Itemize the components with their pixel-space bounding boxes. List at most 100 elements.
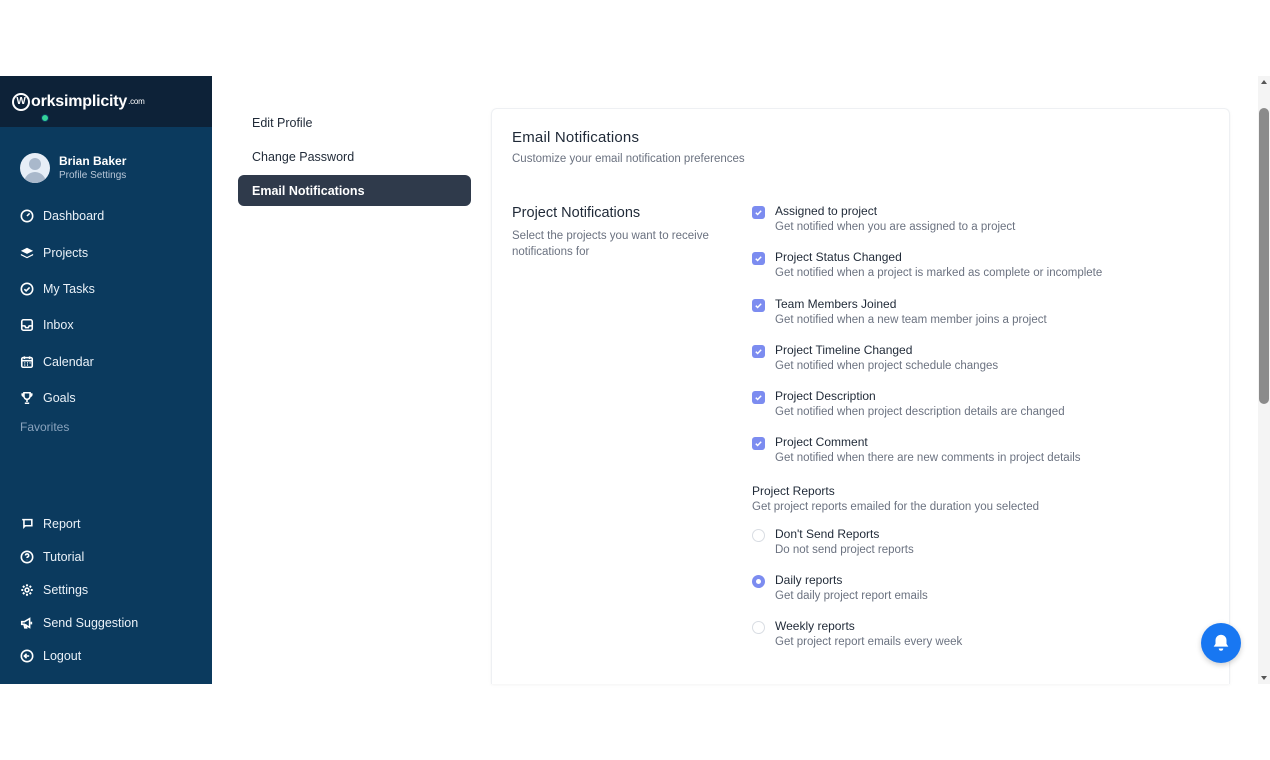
nav-item-label: Send Suggestion (43, 616, 139, 631)
nav-item-label: Report (43, 516, 81, 531)
option-title: Assigned to project (775, 204, 878, 218)
radio-weekly-reports[interactable] (752, 621, 765, 635)
option-description: Do not send project reports (775, 543, 914, 556)
app-frame: W orksimplicity .com Brian Baker Profile… (0, 76, 1270, 684)
logout-icon (20, 649, 34, 663)
scroll-up-arrow-icon[interactable] (1261, 80, 1267, 84)
option-description: Get notified when there are new comments… (775, 452, 1081, 465)
nav-item-label: Dashboard (43, 209, 105, 224)
scrollbar-thumb[interactable] (1259, 108, 1269, 404)
page-subtitle: Customize your email notification prefer… (512, 153, 745, 165)
option-project-description: Project Description Get notified when pro… (752, 389, 1212, 435)
user-subtitle: Profile Settings (59, 170, 127, 181)
check-icon (755, 302, 762, 309)
option-description: Get notified when you are assigned to a … (775, 221, 1016, 233)
option-description: Get daily project report emails (775, 590, 928, 603)
email-notifications-card: Email Notifications Customize your email… (491, 108, 1230, 684)
nav-item-tutorial[interactable]: Tutorial (0, 540, 212, 573)
option-description: Get notified when a new team member join… (775, 313, 1047, 326)
nav-item-inbox[interactable]: Inbox (0, 307, 212, 343)
checkbox-project-status-changed[interactable] (752, 252, 765, 266)
option-description: Get project report emails every week (775, 636, 963, 649)
option-project-timeline-changed: Project Timeline Changed Get notified whe… (752, 343, 1212, 389)
nav-item-logout[interactable]: Logout (0, 640, 212, 673)
profile-text: Brian Baker Profile Settings (59, 154, 126, 181)
section-description: Select the projects you want to receive … (512, 230, 709, 258)
option-team-members-joined: Team Members Joined Get notified when a n… (752, 297, 1212, 343)
dashboard-icon (20, 209, 34, 223)
nav-item-dashboard[interactable]: Dashboard (0, 198, 212, 234)
inbox-icon (20, 319, 34, 332)
option-description: Get notified when project description de… (775, 406, 1065, 419)
nav-item-calendar[interactable]: Calendar (0, 344, 212, 380)
option-project-status-changed: Project Status Changed Get notified when … (752, 250, 1212, 296)
nav-item-label: Tutorial (43, 549, 85, 564)
user-name: Brian Baker (59, 154, 127, 168)
report-option-none: Don't Send Reports Do not send project re… (752, 527, 1212, 573)
checkbox-team-members-joined[interactable] (752, 298, 765, 312)
page-title: Email Notifications (512, 129, 640, 146)
brand-logo[interactable]: W orksimplicity .com (0, 76, 212, 127)
option-project-comment: Project Comment Get notified when there a… (752, 435, 1212, 481)
scroll-down-arrow-icon[interactable] (1261, 676, 1267, 680)
radio-daily-reports[interactable] (752, 575, 765, 589)
flag-icon (22, 518, 33, 529)
nav-item-send-suggestion[interactable]: Send Suggestion (0, 607, 212, 640)
report-option-daily: Daily reports Get daily project report em… (752, 573, 1212, 619)
settings-menu-change-password[interactable]: Change Password (238, 140, 471, 174)
gear-icon (21, 584, 33, 596)
checkbox-project-description[interactable] (752, 391, 765, 405)
bell-icon (1213, 634, 1229, 651)
nav-item-settings[interactable]: Settings (0, 573, 212, 606)
check-icon (755, 256, 762, 262)
nav-item-goals[interactable]: Goals (0, 380, 212, 416)
page-scrollbar[interactable] (1258, 76, 1270, 684)
nav-item-my-tasks[interactable]: My Tasks (0, 271, 212, 307)
notification-options: Assigned to project Get notified when you… (752, 204, 1212, 666)
check-icon (755, 349, 762, 355)
reports-description: Get project reports emailed for the dura… (752, 500, 1040, 513)
option-description: Get notified when project schedule chang… (775, 359, 999, 372)
reports-title: Project Reports (752, 483, 835, 498)
nav-item-label: Settings (43, 582, 89, 597)
trophy-icon (21, 392, 33, 405)
nav-item-label: My Tasks (43, 281, 95, 296)
logo-text: orksimplicity (31, 92, 128, 110)
favorites-heading: Favorites (20, 420, 70, 435)
radio-dont-send-reports[interactable] (752, 528, 765, 542)
nav-item-projects[interactable]: Projects (0, 234, 212, 270)
option-title: Project Timeline Changed (775, 342, 913, 357)
layers-icon (20, 247, 34, 258)
settings-menu-email-notifications[interactable]: Email Notifications (238, 175, 471, 206)
check-icon (755, 395, 762, 401)
nav-item-label: Projects (43, 245, 89, 260)
nav-item-label: Calendar (43, 354, 94, 369)
nav-item-label: Goals (43, 391, 76, 406)
checkbox-project-timeline-changed[interactable] (752, 344, 765, 358)
bottom-nav: Report Tutorial Settings Send Suggestion… (0, 507, 212, 673)
checkbox-assigned-to-project[interactable] (752, 206, 765, 219)
online-status-dot (41, 114, 49, 122)
user-profile[interactable]: Brian Baker Profile Settings (0, 114, 212, 192)
settings-menu: Edit Profile Change Password Email Notif… (238, 106, 471, 206)
avatar (20, 152, 50, 183)
option-assigned-to-project: Assigned to project Get notified when you… (752, 204, 1212, 250)
section-title: Project Notifications (512, 205, 641, 221)
check-circle-icon (20, 282, 34, 296)
option-title: Weekly reports (775, 619, 855, 634)
report-option-weekly: Weekly reports Get project report emails … (752, 619, 1212, 665)
help-icon (20, 550, 34, 564)
megaphone-icon (20, 617, 33, 629)
nav-item-report[interactable]: Report (0, 507, 212, 540)
checkbox-project-comment[interactable] (752, 437, 765, 451)
option-title: Project Comment (775, 435, 868, 450)
option-title: Team Members Joined (775, 296, 897, 311)
avatar-wrap (20, 152, 50, 183)
nav-item-label: Inbox (43, 318, 74, 333)
option-title: Project Description (775, 389, 876, 404)
sidebar: W orksimplicity .com Brian Baker Profile… (0, 76, 212, 684)
notification-bell-button[interactable] (1201, 623, 1241, 663)
calendar-icon (20, 356, 34, 368)
option-title: Don't Send Reports (775, 526, 880, 541)
settings-menu-edit-profile[interactable]: Edit Profile (238, 106, 471, 140)
